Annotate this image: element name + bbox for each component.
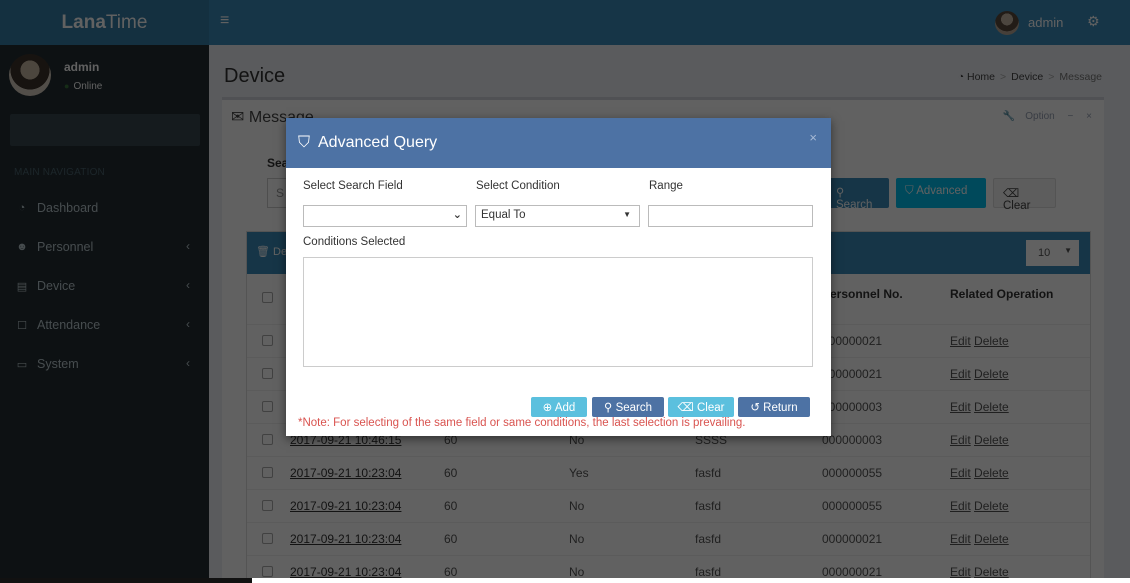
- advanced-query-dialog: ⛉ Advanced Query × Select Search Field Se…: [286, 118, 831, 436]
- conditions-selected-label: Conditions Selected: [303, 236, 406, 248]
- modal-title: ⛉ Advanced Query: [298, 134, 438, 151]
- bottom-strip: [0, 578, 1130, 583]
- plus-circle-icon: ⊕: [542, 402, 553, 414]
- modal-header: ⛉ Advanced Query ×: [286, 118, 831, 168]
- search-field-label: Select Search Field: [303, 180, 403, 192]
- search-icon: ⚲: [603, 402, 613, 414]
- close-icon[interactable]: ×: [809, 130, 817, 145]
- chevron-down-icon: ⌄: [452, 209, 462, 221]
- note-text: *Note: For selecting of the same field o…: [298, 417, 746, 429]
- condition-select[interactable]: Equal To ▼: [475, 205, 640, 227]
- caret-down-icon: ▼: [623, 210, 631, 219]
- binoculars-icon: ⛉: [298, 134, 311, 151]
- condition-label: Select Condition: [476, 180, 560, 192]
- search-field-select[interactable]: ⌄: [303, 205, 467, 227]
- modal-clear-button[interactable]: ⌫ Clear: [668, 397, 734, 417]
- range-input[interactable]: [648, 205, 813, 227]
- conditions-selected-textarea[interactable]: [303, 257, 813, 367]
- return-button[interactable]: ↺ Return: [738, 397, 810, 417]
- range-label: Range: [649, 180, 683, 192]
- eraser-icon: ⌫: [677, 402, 694, 414]
- undo-icon: ↺: [750, 402, 760, 414]
- modal-search-button[interactable]: ⚲ Search: [592, 397, 664, 417]
- add-button[interactable]: ⊕ Add: [531, 397, 587, 417]
